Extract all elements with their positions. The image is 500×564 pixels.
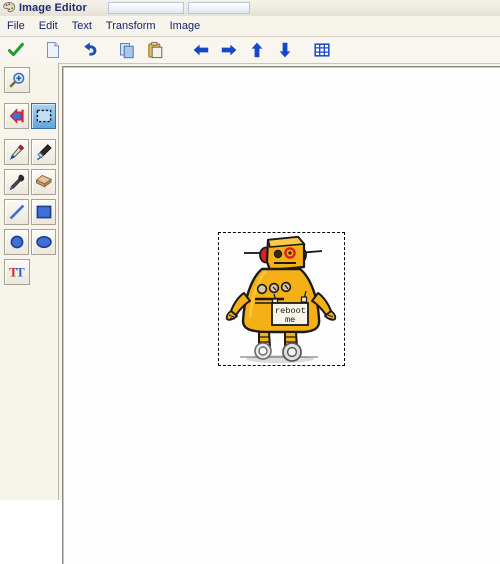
tool-brush[interactable] [31,139,56,165]
toolbar-separator-5 [176,50,185,51]
palette-row-selection [4,103,58,133]
new-file-button[interactable] [41,38,65,62]
move-down-button[interactable] [273,38,297,62]
tool-pencil[interactable] [4,139,29,165]
menu-transform[interactable]: Transform [99,18,163,34]
main-toolbar [0,37,500,64]
palette-row-line-rect [4,199,58,229]
tool-rectangle[interactable] [31,199,56,225]
titlebar-decoration-left [108,2,184,14]
tool-text[interactable]: T T [4,259,30,285]
tool-eyedropper[interactable] [4,169,29,195]
palette-row-pick-erase [4,169,58,199]
menu-image[interactable]: Image [163,18,208,34]
toolbar-separator-1 [28,50,37,51]
menubar: File Edit Text Transform Image [0,16,500,37]
window-titlebar: Image Editor [0,0,500,17]
palette-row-text: T T [4,259,58,289]
svg-text:T: T [16,265,25,280]
paste-button[interactable] [143,38,167,62]
palette-icon [2,1,16,15]
image-editor-window: Image Editor File Edit Text Transform Im… [0,0,500,564]
menu-file[interactable]: File [0,18,32,34]
palette-row-draw [4,139,58,169]
titlebar-decoration-right [188,2,250,14]
tool-line[interactable] [4,199,29,225]
undo-button[interactable] [78,38,102,62]
move-left-button[interactable] [189,38,213,62]
toolbar-separator-4 [167,50,176,51]
copy-button[interactable] [115,38,139,62]
toolbar-separator-3 [102,50,111,51]
palette-row-circle-ellipse [4,229,58,259]
toolbar-separator-2 [65,50,74,51]
selection-marquee[interactable] [218,232,345,366]
window-title: Image Editor [19,2,87,14]
apply-check-button[interactable] [4,38,28,62]
grid-button[interactable] [310,38,334,62]
tool-ellipse[interactable] [31,229,56,255]
toolbar-separator-6 [297,50,306,51]
tool-rect-select[interactable] [31,103,56,129]
menu-edit[interactable]: Edit [32,18,65,34]
move-up-button[interactable] [245,38,269,62]
tool-circle[interactable] [4,229,29,255]
menu-text[interactable]: Text [65,18,99,34]
tool-zoom[interactable] [4,67,30,93]
palette-row-zoom [4,67,58,97]
tool-eraser[interactable] [31,169,56,195]
tool-move-selection[interactable] [4,103,29,129]
move-right-button[interactable] [217,38,241,62]
tool-palette: T T [0,63,59,500]
